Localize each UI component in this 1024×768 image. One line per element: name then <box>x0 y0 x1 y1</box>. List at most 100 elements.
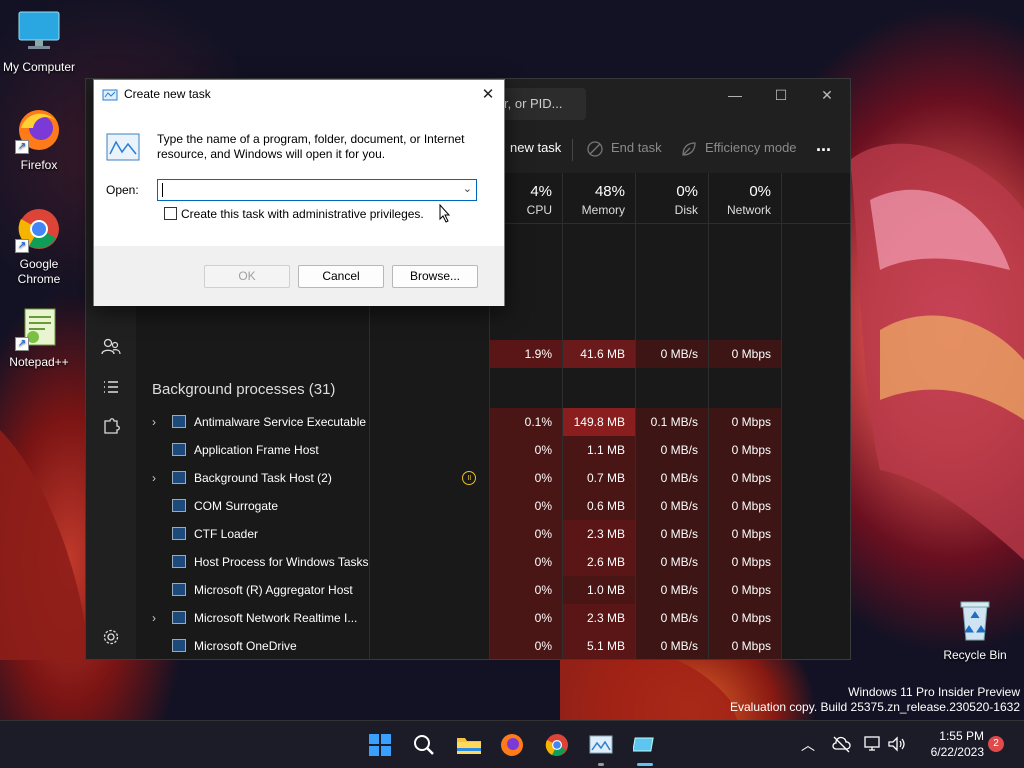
desktop-icon-firefox[interactable]: ↗ Firefox <box>1 106 77 173</box>
process-icon <box>172 443 186 456</box>
shortcut-arrow-icon: ↗ <box>15 239 29 253</box>
table-row[interactable]: Microsoft (R) Aggregator Host 0% 1.0 MB 0 M… <box>136 576 850 604</box>
mouse-cursor-icon <box>439 204 451 223</box>
table-row-app[interactable]: 1.9% 41.6 MB 0 MB/s 0 Mbps <box>136 340 850 368</box>
firefox-icon[interactable] <box>500 733 524 757</box>
chevron-right-icon[interactable]: › <box>152 604 156 632</box>
disk-cell: 0 MB/s <box>636 632 708 659</box>
disk-label: Disk <box>674 203 698 217</box>
cpu-cell: 0% <box>490 576 562 604</box>
cancel-button[interactable]: Cancel <box>298 265 384 288</box>
network-cell: 0 Mbps <box>709 464 781 492</box>
table-row[interactable]: › Background Task Host (2) ॥ 0% 0.7 MB 0 MB/s… <box>136 464 850 492</box>
table-row[interactable]: › Microsoft Network Realtime I... 0% 2.3 MB… <box>136 604 850 632</box>
memory-cell: 2.3 MB <box>563 604 635 632</box>
chevron-down-icon[interactable]: ⌄ <box>463 182 472 195</box>
admin-checkbox-label[interactable]: Create this task with administrative pri… <box>181 207 424 221</box>
process-icon <box>172 583 186 596</box>
network-icon[interactable] <box>863 734 883 757</box>
chevron-right-icon[interactable]: › <box>152 464 156 492</box>
leaf-icon <box>682 142 696 156</box>
desktop-icon-my-computer[interactable]: My Computer <box>1 8 77 75</box>
disk-cell: 0 MB/s <box>636 340 708 368</box>
dialog-close-button[interactable]: ✕ <box>474 84 502 106</box>
process-icon <box>172 555 186 568</box>
open-combobox[interactable]: ⌄ <box>157 179 477 201</box>
desktop-icon-label: Recycle Bin <box>943 648 1007 662</box>
volume-icon[interactable] <box>886 734 906 757</box>
sidebar-item-services[interactable] <box>101 417 121 437</box>
notification-badge[interactable]: 2 <box>988 736 1004 752</box>
column-header-disk[interactable]: 0% Disk <box>636 173 708 223</box>
network-cell: 0 Mbps <box>709 632 781 659</box>
watermark-edition: Windows 11 Pro Insider Preview <box>848 685 1020 699</box>
table-row[interactable]: › Antimalware Service Executable 0.1% 149.8… <box>136 408 850 436</box>
chevron-right-icon[interactable]: › <box>152 408 156 436</box>
column-header-network[interactable]: 0% Network <box>709 173 781 223</box>
process-icon <box>172 611 186 624</box>
maximize-button[interactable]: ☐ <box>758 79 804 111</box>
network-cell: 0 Mbps <box>709 604 781 632</box>
table-row[interactable]: CTF Loader 0% 2.3 MB 0 MB/s 0 Mbps <box>136 520 850 548</box>
memory-cell: 5.1 MB <box>563 632 635 659</box>
ok-button[interactable]: OK <box>204 265 290 288</box>
run-new-task-button[interactable]: new task <box>510 140 561 155</box>
sidebar-item-details[interactable] <box>101 377 121 397</box>
clock-time: 1:55 PM <box>939 729 984 743</box>
sidebar-item-settings[interactable] <box>101 627 121 647</box>
chrome-icon: ↗ <box>15 205 63 253</box>
desktop-icon-chrome[interactable]: ↗ Google Chrome <box>1 205 77 287</box>
chevron-up-icon[interactable]: ︿ <box>801 735 815 755</box>
cpu-cell: 0% <box>490 464 562 492</box>
active-indicator <box>637 763 653 766</box>
cpu-cell: 0% <box>490 492 562 520</box>
network-cell: 0 Mbps <box>709 340 781 368</box>
photos-icon[interactable] <box>589 733 613 766</box>
shortcut-arrow-icon: ↗ <box>15 337 29 351</box>
table-row[interactable]: Microsoft OneDrive 0% 5.1 MB 0 MB/s 0 Mbps <box>136 632 850 659</box>
file-explorer-icon[interactable] <box>456 733 481 757</box>
minimize-button[interactable]: — <box>712 79 758 111</box>
clock-date: 6/22/2023 <box>930 745 984 759</box>
column-header-memory[interactable]: 48% Memory <box>563 173 635 223</box>
chrome-icon[interactable] <box>545 733 569 757</box>
run-dialog-icon[interactable] <box>632 733 657 766</box>
start-icon[interactable] <box>368 733 392 757</box>
memory-cell: 0.6 MB <box>563 492 635 520</box>
cpu-cell: 0.1% <box>490 408 562 436</box>
cpu-cell: 0% <box>490 436 562 464</box>
monitor-icon <box>15 8 63 56</box>
search-icon[interactable] <box>412 733 436 757</box>
memory-cell: 2.3 MB <box>563 520 635 548</box>
table-row[interactable]: Application Frame Host 0% 1.1 MB 0 MB/s 0 Mb… <box>136 436 850 464</box>
paused-status-icon: ॥ <box>462 471 476 485</box>
open-label: Open: <box>106 183 139 197</box>
cpu-cell: 0% <box>490 604 562 632</box>
more-options-button[interactable]: ... <box>816 135 831 156</box>
open-input[interactable] <box>162 183 165 197</box>
process-name: Host Process for Windows Tasks <box>194 555 369 569</box>
browse-button[interactable]: Browse... <box>392 265 478 288</box>
process-name: Application Frame Host <box>194 443 319 457</box>
cloud-offline-icon[interactable] <box>831 734 851 757</box>
cpu-cell: 0% <box>490 632 562 659</box>
create-new-task-dialog: Create new task ✕ Type the name of a pro… <box>93 79 505 306</box>
process-name: Microsoft (R) Aggregator Host <box>194 583 353 597</box>
desktop-icon-notepad-plus-plus[interactable]: ↗ Notepad++ <box>1 303 77 370</box>
table-row[interactable]: Host Process for Windows Tasks 0% 2.6 MB 0 … <box>136 548 850 576</box>
process-icon <box>172 415 186 428</box>
process-name: Background Task Host (2) <box>194 471 332 485</box>
table-row[interactable]: COM Surrogate 0% 0.6 MB 0 MB/s 0 Mbps <box>136 492 850 520</box>
sidebar-item-users[interactable] <box>101 337 121 357</box>
disk-cell: 0 MB/s <box>636 464 708 492</box>
network-cell: 0 Mbps <box>709 576 781 604</box>
memory-label: Memory <box>581 203 625 217</box>
dialog-title: Create new task <box>124 87 211 101</box>
clock[interactable]: 1:55 PM 6/22/2023 <box>912 728 984 760</box>
close-button[interactable]: ✕ <box>804 79 850 111</box>
admin-checkbox[interactable] <box>164 207 177 220</box>
efficiency-mode-label: Efficiency mode <box>705 140 797 155</box>
taskbar: ︿ 1:55 PM 6/22/2023 2 <box>0 720 1024 768</box>
desktop-icon-recycle-bin[interactable]: Recycle Bin <box>937 596 1013 663</box>
process-icon <box>172 471 186 484</box>
